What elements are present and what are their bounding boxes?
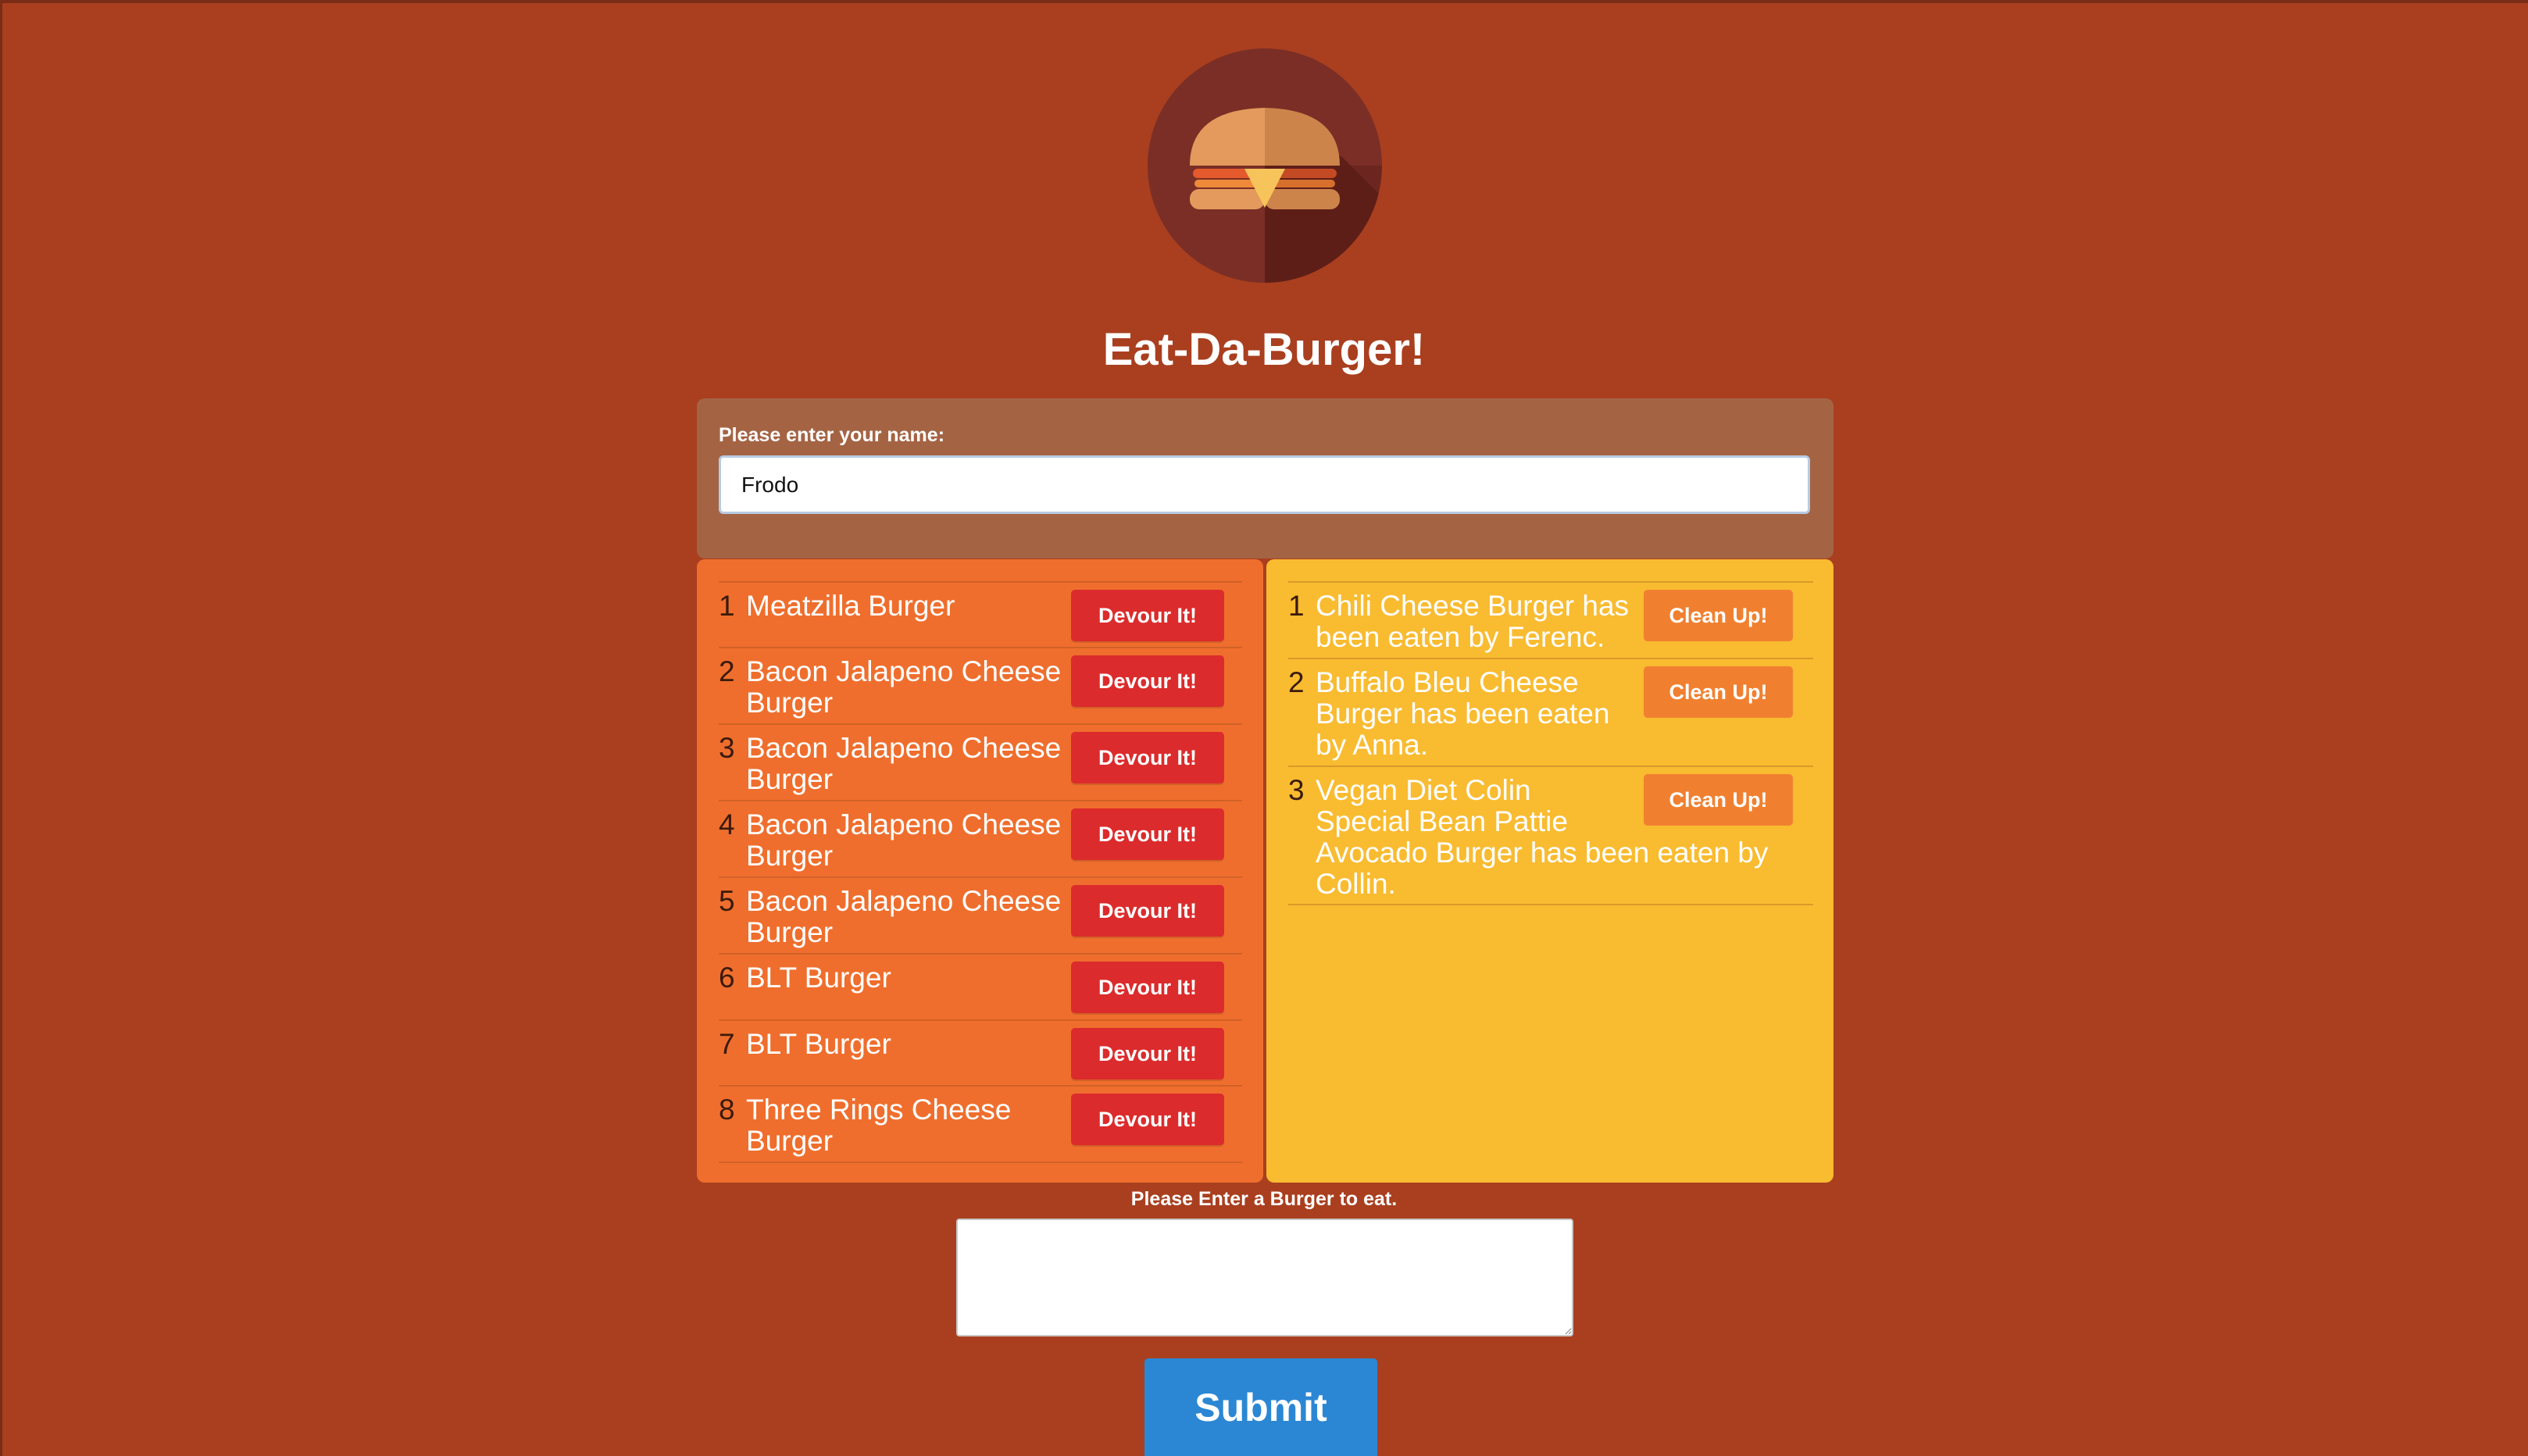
name-panel: Please enter your name: (697, 398, 1834, 558)
name-input[interactable] (719, 455, 1810, 514)
page-top-border (0, 0, 2528, 3)
burger-name: BLT Burger (746, 1028, 891, 1060)
devour-button[interactable]: Devour It! (1071, 590, 1224, 641)
item-number: 2 (719, 655, 735, 687)
burger-textarea[interactable] (956, 1219, 1573, 1336)
burger-name: Three Rings Cheese Burger (746, 1094, 1012, 1157)
devour-button[interactable]: Devour It! (1071, 808, 1224, 860)
burger-name: Bacon Jalapeno Cheese Burger (746, 808, 1062, 872)
devour-button[interactable]: Devour It! (1071, 1028, 1224, 1080)
item-number: 8 (719, 1094, 735, 1126)
burger-name: Bacon Jalapeno Cheese Burger (746, 655, 1062, 719)
list-item: 4 Bacon Jalapeno Cheese Burger Devour It… (719, 801, 1242, 878)
eaten-burger-text-line: Vegan Diet Colin Special Bean Pattie (1316, 774, 1568, 837)
devour-button[interactable]: Devour It! (1071, 1094, 1224, 1145)
item-number: 1 (1288, 590, 1305, 622)
burger-icon (1148, 48, 1382, 283)
devour-button[interactable]: Devour It! (1071, 962, 1224, 1013)
item-number: 6 (719, 962, 735, 994)
eaten-burgers-column: 1 Chili Cheese Burger has been eaten by … (1266, 559, 1834, 1183)
list-item: 5 Bacon Jalapeno Cheese Burger Devour It… (719, 878, 1242, 955)
list-item: 1 Meatzilla Burger Devour It! (719, 583, 1242, 648)
list-item: 7 BLT Burger Devour It! (719, 1021, 1242, 1087)
add-burger-label: Please Enter a Burger to eat. (1130, 1188, 1398, 1210)
item-number: 5 (719, 885, 735, 917)
item-number: 2 (1288, 666, 1305, 698)
clean-up-button[interactable]: Clean Up! (1644, 590, 1793, 641)
list-item: 6 BLT Burger Devour It! (719, 955, 1242, 1021)
item-number: 3 (719, 732, 735, 764)
eaten-burger-text: Chili Cheese Burger has been eaten by Fe… (1316, 590, 1630, 653)
item-number: 3 (1288, 774, 1305, 806)
list-item: 2 Bacon Jalapeno Cheese Burger Devour It… (719, 648, 1242, 725)
item-number: 7 (719, 1028, 735, 1060)
list-item: 3 Bacon Jalapeno Cheese Burger Devour It… (719, 725, 1242, 801)
eaten-burger-list: 1 Chili Cheese Burger has been eaten by … (1288, 581, 1813, 905)
burger-name: BLT Burger (746, 962, 891, 994)
item-number: 1 (719, 590, 735, 622)
devour-button[interactable]: Devour It! (1071, 885, 1224, 937)
burger-name: Bacon Jalapeno Cheese Burger (746, 885, 1062, 948)
clean-up-button[interactable]: Clean Up! (1644, 666, 1793, 718)
list-item: 8 Three Rings Cheese Burger Devour It! (719, 1087, 1242, 1163)
clean-up-button[interactable]: Clean Up! (1644, 774, 1793, 826)
list-item: 1 Chili Cheese Burger has been eaten by … (1288, 583, 1813, 659)
eaten-burger-text: Buffalo Bleu Cheese Burger has been eate… (1316, 666, 1610, 761)
devour-button[interactable]: Devour It! (1071, 655, 1224, 707)
uneaten-burger-list: 1 Meatzilla Burger Devour It! 2 Bacon Ja… (719, 581, 1242, 1163)
submit-button[interactable]: Submit (1144, 1358, 1377, 1456)
item-number: 4 (719, 808, 735, 840)
devour-button[interactable]: Devour It! (1071, 732, 1224, 783)
app-title: Eat-Da-Burger! (1102, 324, 1426, 375)
burger-name: Bacon Jalapeno Cheese Burger (746, 732, 1062, 795)
list-item: 3 Vegan Diet Colin Special Bean Pattie A… (1288, 767, 1813, 905)
list-item: 2 Buffalo Bleu Cheese Burger has been ea… (1288, 659, 1813, 767)
uneaten-burgers-column: 1 Meatzilla Burger Devour It! 2 Bacon Ja… (697, 559, 1263, 1183)
eaten-burger-text-line: Avocado Burger has been eaten by Collin. (1316, 837, 1769, 900)
name-label: Please enter your name: (719, 424, 945, 446)
burger-name: Meatzilla Burger (746, 590, 955, 622)
page-left-border (0, 0, 2, 1456)
